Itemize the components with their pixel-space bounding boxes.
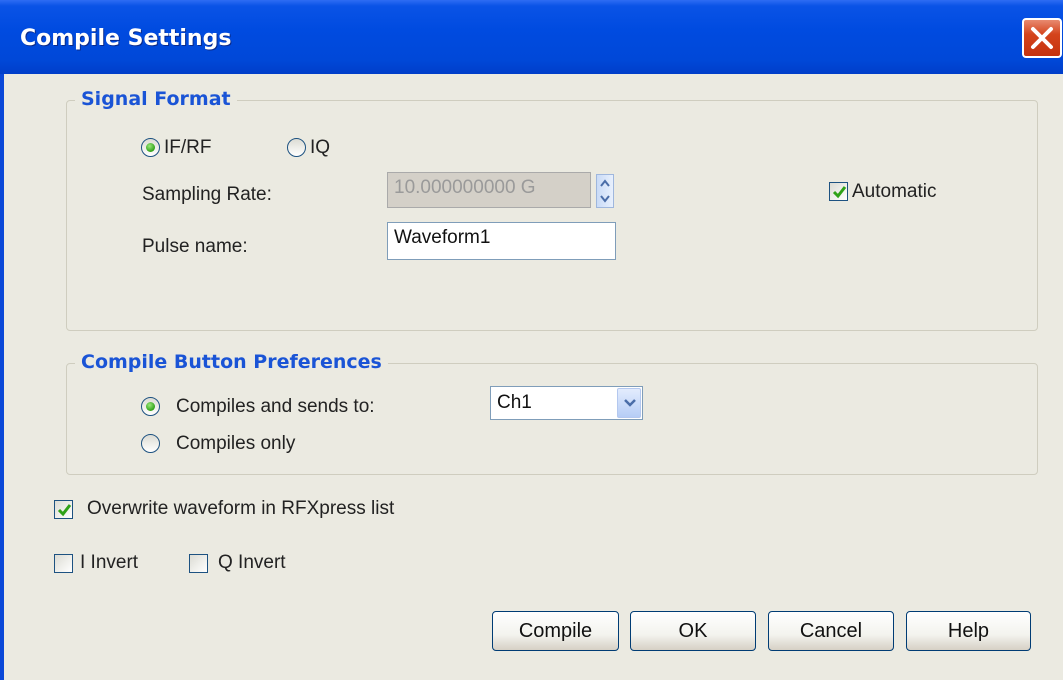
title-bar: Compile Settings [0,0,1063,74]
overwrite-checkbox[interactable] [54,500,73,519]
spin-up-icon [597,175,613,191]
automatic-checkbox[interactable] [829,182,848,201]
signal-format-group: Signal Format [66,88,1038,331]
channel-dropdown[interactable]: Ch1 [490,386,643,420]
compile-button[interactable]: Compile [492,611,619,651]
spin-down-icon [597,191,613,207]
close-x-icon [1031,27,1053,49]
q-invert-label[interactable]: Q Invert [218,552,286,574]
overwrite-label[interactable]: Overwrite waveform in RFXpress list [87,498,394,520]
sampling-rate-spinner [596,174,614,208]
compiles-only-radio[interactable] [141,434,160,453]
sampling-rate-input: 10.000000000 G [387,172,591,208]
checkmark-icon [832,186,847,199]
compiles-and-sends-radio[interactable] [141,397,160,416]
checkmark-icon [57,504,72,517]
iq-label[interactable]: IQ [310,137,330,159]
i-invert-checkbox[interactable] [54,554,73,573]
channel-value: Ch1 [497,392,532,413]
chevron-down-icon [624,399,636,407]
if-rf-radio[interactable] [141,138,160,157]
compiles-only-label[interactable]: Compiles only [176,433,295,455]
signal-format-title: Signal Format [75,88,237,110]
dialog-body: Signal Format IF/RF IQ Sampling Rate: 10… [0,74,1063,680]
if-rf-label[interactable]: IF/RF [164,137,212,159]
cancel-button[interactable]: Cancel [768,611,894,651]
dropdown-button[interactable] [617,388,641,418]
automatic-label[interactable]: Automatic [852,181,936,203]
q-invert-checkbox[interactable] [189,554,208,573]
help-button[interactable]: Help [906,611,1031,651]
iq-radio[interactable] [287,138,306,157]
close-button[interactable] [1022,18,1062,58]
compiles-and-sends-label[interactable]: Compiles and sends to: [176,396,375,418]
pulse-name-label: Pulse name: [142,236,248,257]
pulse-name-input[interactable]: Waveform1 [387,222,616,260]
window-title: Compile Settings [20,26,232,51]
ok-button[interactable]: OK [630,611,756,651]
sampling-rate-label: Sampling Rate: [142,184,272,205]
compile-prefs-title: Compile Button Preferences [75,351,388,373]
i-invert-label[interactable]: I Invert [80,552,138,574]
